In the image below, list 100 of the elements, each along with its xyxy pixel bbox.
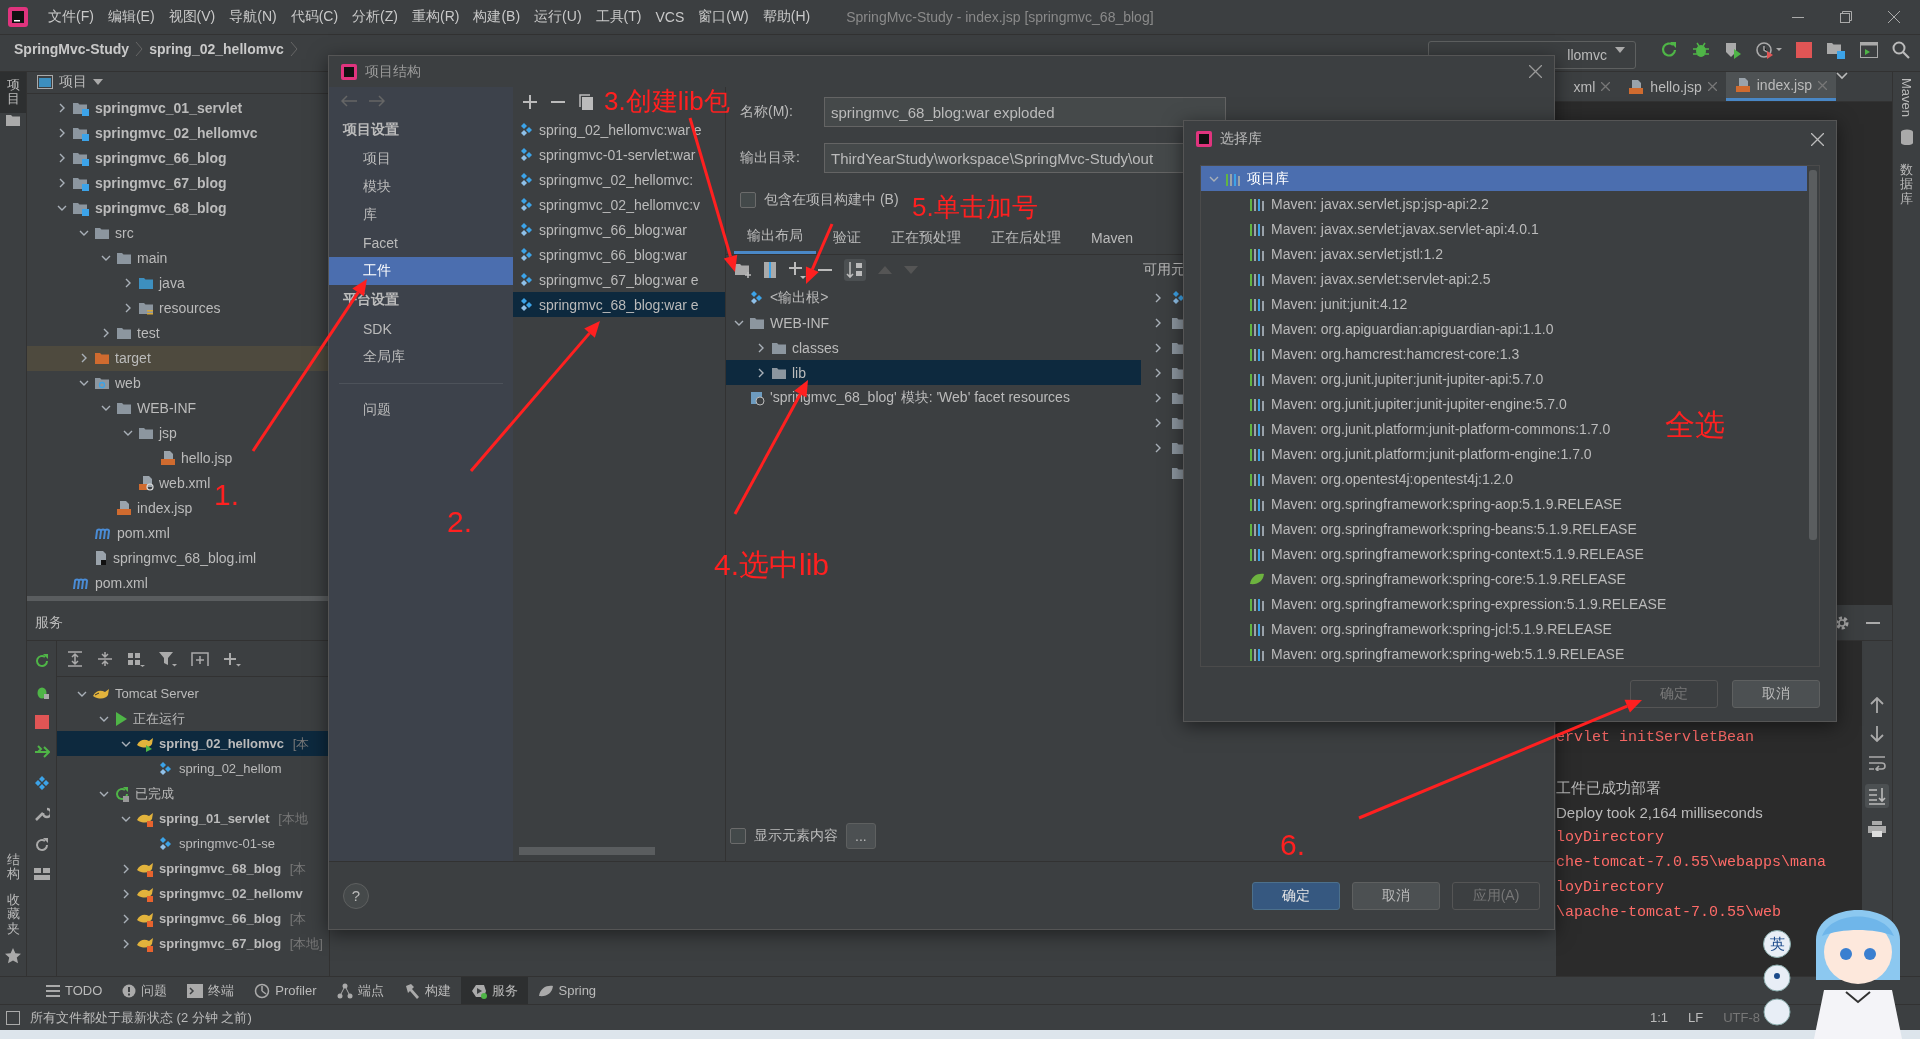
chevron-right-icon[interactable]: [79, 353, 89, 364]
dialog-button[interactable]: 取消: [1732, 680, 1820, 708]
tool-window-tab[interactable]: 服务: [460, 977, 528, 1004]
chevron-right-icon[interactable]: [1153, 367, 1163, 378]
tab[interactable]: 正在后处理: [978, 221, 1074, 254]
chevron-right-icon[interactable]: [57, 153, 67, 164]
artifact-item[interactable]: springmvc-01-servlet:war: [513, 142, 725, 167]
dialog-button[interactable]: 确定: [1252, 881, 1340, 910]
menu-item[interactable]: 帮助(H): [756, 4, 817, 30]
deploy-icon[interactable]: [33, 744, 50, 760]
arrow-up-icon[interactable]: [1870, 697, 1884, 713]
tree-item[interactable]: index.jsp: [27, 495, 199, 521]
chevron-right-icon[interactable]: [1153, 417, 1163, 428]
artifact-item[interactable]: springmvc_02_hellomvc:v: [513, 192, 725, 217]
tree-item[interactable]: springmvc-01-se: [57, 831, 329, 856]
rerun-icon[interactable]: [1660, 41, 1678, 59]
chevron-right-icon[interactable]: [101, 328, 111, 339]
library-item[interactable]: Maven: org.apiguardian:apiguardian-api:1.1.0: [1201, 316, 1560, 341]
chevron-right-icon[interactable]: [1153, 292, 1163, 303]
scroll-to-end-icon[interactable]: [1865, 784, 1889, 808]
chevron-right-icon[interactable]: [123, 278, 133, 289]
close-icon[interactable]: [1811, 132, 1824, 146]
tree-item[interactable]: springmvc_02_hellomv: [57, 881, 329, 906]
tab[interactable]: 验证: [820, 221, 874, 254]
search-icon[interactable]: [1892, 41, 1910, 59]
tool-window-tab[interactable]: 项目: [0, 72, 26, 113]
artifact-item[interactable]: springmvc_66_blog:war: [513, 242, 725, 267]
artifact-icon[interactable]: [33, 775, 50, 791]
tree-item[interactable]: hello.jsp: [27, 445, 239, 471]
tree-item[interactable]: WEB-INF: [27, 395, 203, 421]
tool-window-tab[interactable]: 构建: [393, 977, 461, 1004]
coverage-icon[interactable]: [1724, 41, 1742, 59]
library-item[interactable]: Maven: javax.servlet:javax.servlet-api:4.0.1: [1201, 216, 1545, 241]
tree-item[interactable]: springmvc_68_blog: [27, 195, 233, 221]
tool-window-tab[interactable]: 终端: [177, 977, 245, 1004]
nav-item[interactable]: Facet: [329, 229, 513, 257]
add-icon[interactable]: [223, 650, 241, 667]
tree-item[interactable]: springmvc_68_blog [本: [57, 856, 329, 881]
tool-window-tab[interactable]: 收藏夹: [6, 887, 20, 942]
library-item[interactable]: Maven: org.springframework:spring-context:5.1.9.RELEASE: [1201, 541, 1650, 566]
library-item[interactable]: Maven: org.springframework:spring-web:5.1.9.RELEASE: [1201, 641, 1631, 666]
tool-window-tab[interactable]: 端点: [326, 977, 394, 1004]
library-item[interactable]: Maven: org.springframework:spring-expression:5.1.9.RELEASE: [1201, 591, 1673, 616]
scrollbar[interactable]: [27, 595, 329, 601]
menu-item[interactable]: 窗口(W): [692, 4, 755, 30]
chevron-right-icon[interactable]: [57, 128, 67, 139]
menu-item[interactable]: 构建(B): [467, 4, 527, 30]
close-icon[interactable]: [1601, 82, 1611, 91]
refresh-icon[interactable]: [33, 837, 50, 853]
library-item[interactable]: Maven: org.hamcrest:hamcrest-core:1.3: [1201, 341, 1526, 366]
name-field[interactable]: springmvc_68_blog:war exploded: [824, 97, 1226, 127]
moon-icon[interactable]: [1763, 998, 1791, 1026]
tree-item[interactable]: 项目库: [1201, 166, 1807, 191]
tree-item[interactable]: pom.xml: [27, 570, 154, 596]
menu-item[interactable]: 导航(N): [223, 4, 283, 30]
scrollbar[interactable]: [519, 847, 655, 855]
chevron-right-icon[interactable]: [121, 938, 131, 949]
editor-tab[interactable]: xml: [1564, 72, 1620, 101]
tree-item[interactable]: 正在运行: [57, 706, 329, 731]
tree-item[interactable]: spring_02_hellom: [57, 756, 329, 781]
nav-item[interactable]: 库: [329, 201, 513, 229]
chevron-down-icon[interactable]: [1836, 72, 1848, 80]
stop-icon[interactable]: [34, 715, 49, 729]
gear-icon[interactable]: [1834, 614, 1850, 631]
library-item[interactable]: Maven: org.springframework:spring-beans:5.1.9.RELEASE: [1201, 516, 1643, 541]
dropdown-caret-icon[interactable]: [93, 79, 103, 86]
artifact-item[interactable]: springmvc_66_blog:war: [513, 217, 725, 242]
dialog-button[interactable]: 取消: [1352, 881, 1440, 910]
add-icon[interactable]: [523, 95, 537, 109]
library-item[interactable]: Maven: junit:junit:4.12: [1201, 291, 1414, 316]
profile-icon[interactable]: [1756, 41, 1782, 59]
artifact-item[interactable]: springmvc_67_blog:war e: [513, 267, 725, 292]
library-item[interactable]: Maven: org.springframework:spring-aop:5.1.9.RELEASE: [1201, 491, 1628, 516]
bug-icon[interactable]: [1692, 41, 1710, 59]
library-item[interactable]: Maven: javax.servlet:servlet-api:2.5: [1201, 266, 1497, 291]
library-item[interactable]: Maven: org.opentest4j:opentest4j:1.2.0: [1201, 466, 1520, 491]
tab[interactable]: Maven: [1078, 221, 1147, 254]
chevron-right-icon[interactable]: [121, 913, 131, 924]
tool-window-tab[interactable]: Spring: [527, 977, 607, 1004]
tree-item[interactable]: Tomcat Server: [57, 681, 329, 706]
close-icon[interactable]: [1707, 82, 1717, 91]
help-button[interactable]: ?: [343, 882, 369, 909]
library-item[interactable]: Maven: org.junit.jupiter:junit-jupiter-engine:5.7.0: [1201, 391, 1573, 416]
chevron-right-icon[interactable]: [1153, 342, 1163, 353]
tree-item[interactable]: pom.xml: [27, 520, 176, 546]
tree-item[interactable]: web: [27, 370, 147, 396]
checkbox-label[interactable]: 包含在项目构建中 (B): [764, 191, 899, 209]
chevron-right-icon[interactable]: [57, 178, 67, 189]
collapse-all-icon[interactable]: [97, 650, 113, 667]
tree-item[interactable]: spring_02_hellomvc [本: [57, 731, 329, 756]
tool-window-tab[interactable]: 数据库: [1900, 157, 1913, 212]
artifact-item[interactable]: springmvc_02_hellomvc:: [513, 167, 725, 192]
copy-icon[interactable]: [579, 94, 593, 110]
cursor-position[interactable]: 1:1: [1649, 1010, 1668, 1025]
tree-item[interactable]: WEB-INF: [726, 310, 1141, 335]
menu-item[interactable]: 运行(U): [528, 4, 588, 30]
wrench-icon[interactable]: [33, 806, 50, 822]
library-item[interactable]: Maven: org.springframework:spring-core:5.1.9.RELEASE: [1201, 566, 1632, 591]
menu-item[interactable]: 代码(C): [284, 4, 345, 30]
tree-item[interactable]: springmvc_67_blog: [27, 170, 233, 196]
